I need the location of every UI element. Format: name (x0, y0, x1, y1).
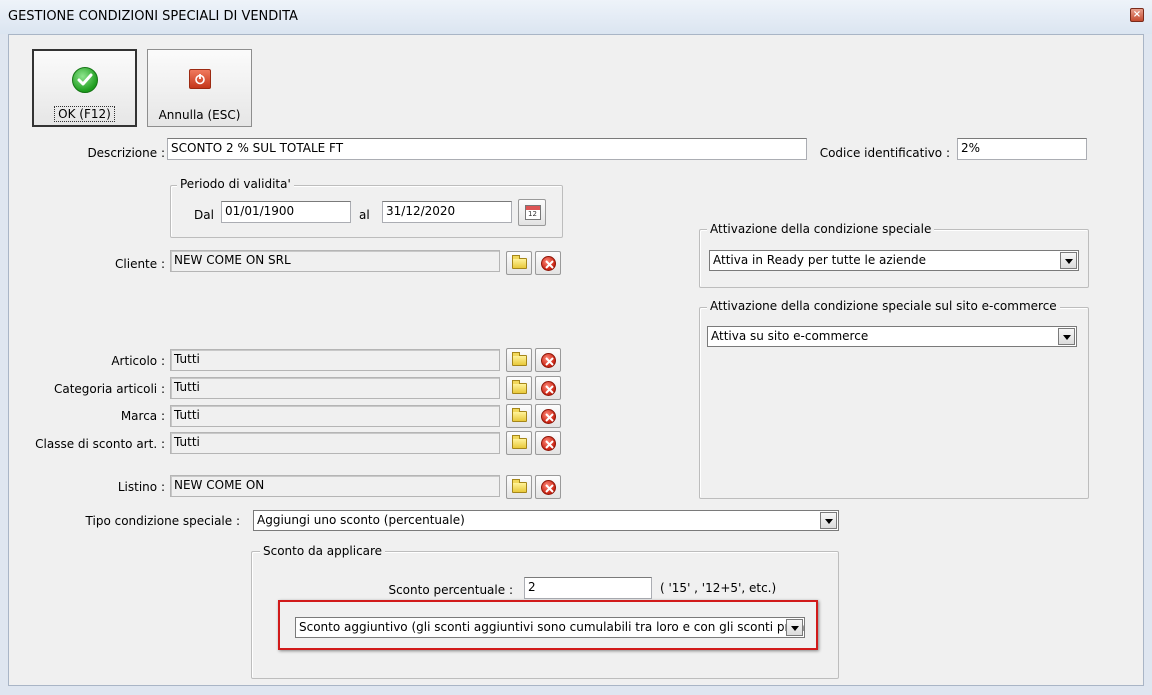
sconto-mode-select[interactable]: Sconto aggiuntivo (gli sconti aggiuntivi… (295, 617, 805, 638)
cancel-button-label: Annulla (ESC) (158, 108, 241, 122)
descrizione-field[interactable]: SCONTO 2 % SUL TOTALE FT (167, 138, 807, 160)
codice-label: Codice identificativo : (819, 146, 950, 160)
categoria-field: Tutti (170, 377, 500, 399)
marca-label: Marca : (120, 409, 165, 423)
sconto-group-title: Sconto da applicare (260, 544, 386, 558)
cliente-field: NEW COME ON SRL (170, 250, 500, 272)
dal-date-field[interactable]: 01/01/1900 (221, 201, 351, 223)
categoria-clear-button[interactable] (535, 376, 561, 400)
delete-icon (541, 409, 556, 424)
delete-icon (541, 256, 556, 271)
chevron-down-icon[interactable] (1060, 252, 1077, 269)
marca-clear-button[interactable] (535, 404, 561, 428)
attivazione-select[interactable]: Attiva in Ready per tutte le aziende (709, 250, 1079, 271)
window-title: GESTIONE CONDIZIONI SPECIALI DI VENDITA (8, 9, 298, 24)
folder-icon (512, 408, 527, 422)
tipo-select-value: Aggiungi uno sconto (percentuale) (257, 513, 465, 527)
ok-button[interactable]: OK (F12) (32, 49, 137, 127)
classe-clear-button[interactable] (535, 431, 561, 455)
codice-field[interactable]: 2% (957, 138, 1087, 160)
listino-field: NEW COME ON (170, 475, 500, 497)
dialog-body: OK (F12) Annulla (ESC) Descrizione : SCO… (8, 34, 1144, 686)
listino-clear-button[interactable] (535, 475, 561, 499)
delete-icon (541, 381, 556, 396)
power-icon (189, 69, 211, 89)
delete-icon (541, 480, 556, 495)
articolo-browse-button[interactable] (506, 348, 532, 372)
dal-label: Dal (194, 208, 214, 222)
chevron-down-icon[interactable] (820, 512, 837, 529)
folder-icon (512, 435, 527, 449)
close-button[interactable]: × (1130, 8, 1144, 22)
ok-button-label: OK (F12) (54, 106, 115, 122)
tipo-label: Tipo condizione speciale : (85, 514, 240, 528)
articolo-clear-button[interactable] (535, 348, 561, 372)
categoria-browse-button[interactable] (506, 376, 532, 400)
chevron-down-icon[interactable] (786, 619, 803, 636)
classe-field: Tutti (170, 432, 500, 454)
folder-icon (512, 380, 527, 394)
attivazione-ecommerce-group-title: Attivazione della condizione speciale su… (707, 299, 1060, 313)
cliente-browse-button[interactable] (506, 251, 532, 275)
periodo-group-title: Periodo di validita' (177, 177, 294, 191)
marca-field: Tutti (170, 405, 500, 427)
descrizione-label: Descrizione : (87, 146, 165, 160)
sconto-hint: ( '15' , '12+5', etc.) (660, 581, 777, 595)
listino-label: Listino : (117, 480, 165, 494)
attivazione-ecommerce-select-value: Attiva su sito e-commerce (711, 329, 869, 343)
calendar-button[interactable]: 12 (518, 199, 546, 226)
categoria-label: Categoria articoli : (53, 382, 165, 396)
delete-icon (541, 353, 556, 368)
sconto-percent-label: Sconto percentuale : (388, 583, 513, 597)
al-label: al (359, 208, 370, 222)
sconto-percent-field[interactable]: 2 (524, 577, 652, 599)
articolo-label: Articolo : (111, 354, 165, 368)
tipo-select[interactable]: Aggiungi uno sconto (percentuale) (253, 510, 839, 531)
attivazione-ecommerce-select[interactable]: Attiva su sito e-commerce (707, 326, 1077, 347)
cancel-button[interactable]: Annulla (ESC) (147, 49, 252, 127)
check-icon (72, 67, 98, 93)
classe-label: Classe di sconto art. : (35, 437, 165, 451)
calendar-icon: 12 (525, 205, 541, 220)
cliente-label: Cliente : (115, 257, 165, 271)
marca-browse-button[interactable] (506, 404, 532, 428)
window-titlebar: GESTIONE CONDIZIONI SPECIALI DI VENDITA … (0, 0, 1152, 34)
listino-browse-button[interactable] (506, 475, 532, 499)
delete-icon (541, 436, 556, 451)
close-icon: × (1132, 9, 1142, 20)
al-date-field[interactable]: 31/12/2020 (382, 201, 512, 223)
chevron-down-icon[interactable] (1058, 328, 1075, 345)
attivazione-group-title: Attivazione della condizione speciale (707, 222, 935, 236)
articolo-field: Tutti (170, 349, 500, 371)
sconto-mode-value: Sconto aggiuntivo (gli sconti aggiuntivi… (299, 620, 805, 634)
folder-icon (512, 255, 527, 269)
attivazione-select-value: Attiva in Ready per tutte le aziende (713, 253, 927, 267)
folder-icon (512, 352, 527, 366)
calendar-glyph: 12 (528, 210, 537, 218)
cliente-clear-button[interactable] (535, 251, 561, 275)
classe-browse-button[interactable] (506, 431, 532, 455)
folder-icon (512, 479, 527, 493)
